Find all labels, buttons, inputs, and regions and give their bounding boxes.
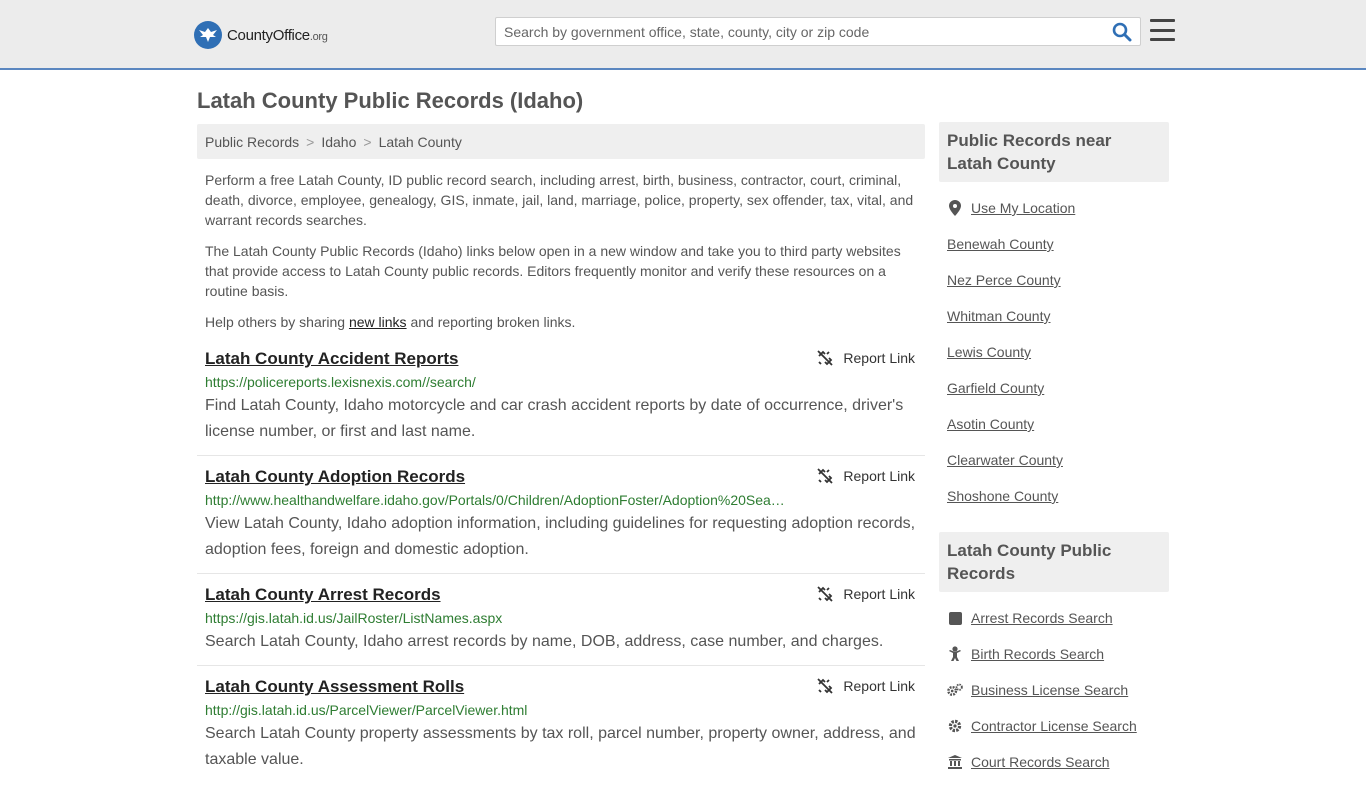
records-list: Latah County Accident Reports Report Lin…: [197, 348, 925, 783]
baby-icon: [947, 646, 963, 662]
report-link-button[interactable]: Report Link: [817, 468, 915, 484]
breadcrumb: Public Records > Idaho > Latah County: [197, 124, 925, 159]
logo-suffix: .org: [309, 30, 328, 43]
nearby-county-item: Nez Perce County: [947, 262, 1169, 298]
nearby-county-link[interactable]: Whitman County: [947, 308, 1050, 324]
nearby-county-item: Shoshone County: [947, 478, 1169, 514]
report-link-label: Report Link: [843, 586, 915, 602]
square-icon: [947, 610, 963, 626]
record-description: Search Latah County, Idaho arrest record…: [205, 633, 884, 650]
report-link-button[interactable]: Report Link: [817, 350, 915, 366]
top-header: CountyOffice.org: [0, 0, 1366, 70]
record-url: https://gis.latah.id.us/JailRoster/ListN…: [205, 610, 503, 626]
record-title-link[interactable]: Latah County Assessment Rolls: [205, 676, 464, 698]
arrest-records-link[interactable]: Arrest Records Search: [971, 610, 1113, 626]
menu-bar: [1150, 38, 1175, 41]
nearby-county-link[interactable]: Asotin County: [947, 416, 1034, 432]
birth-records-item: Birth Records Search: [947, 636, 1169, 672]
record-description: Search Latah County property assessments…: [205, 725, 916, 768]
breadcrumb-latah-county[interactable]: Latah County: [379, 134, 462, 150]
broken-link-icon: [817, 586, 834, 602]
nearby-county-link[interactable]: Benewah County: [947, 236, 1054, 252]
birth-records-link[interactable]: Birth Records Search: [971, 646, 1104, 662]
nearby-county-item: Garfield County: [947, 370, 1169, 406]
search-input[interactable]: [496, 18, 1101, 45]
nearby-county-item: Asotin County: [947, 406, 1169, 442]
nearby-county-link[interactable]: Nez Perce County: [947, 272, 1061, 288]
record-item: Latah County Arrest Records Report Link …: [197, 584, 925, 666]
court-records-item: Court Records Search: [947, 744, 1169, 780]
record-url: http://www.healthandwelfare.idaho.gov/Po…: [205, 492, 785, 508]
breadcrumb-separator: >: [306, 133, 315, 150]
site-logo[interactable]: CountyOffice.org: [194, 20, 328, 50]
use-location-item: Use My Location: [947, 190, 1169, 226]
search-bar: [495, 17, 1141, 46]
logo-main: CountyOffice: [227, 26, 310, 44]
intro-text: Perform a free Latah County, ID public r…: [197, 170, 925, 332]
intro-paragraph-1: Perform a free Latah County, ID public r…: [205, 172, 914, 228]
map-marker-icon: [947, 200, 963, 216]
gear-icon: [947, 718, 963, 734]
contractor-license-link[interactable]: Contractor License Search: [971, 718, 1137, 734]
intro-paragraph-3: Help others by sharing new links and rep…: [205, 312, 917, 332]
intro-p3-before: Help others by sharing: [205, 314, 349, 330]
breadcrumb-idaho[interactable]: Idaho: [321, 134, 356, 150]
nearby-county-item: Benewah County: [947, 226, 1169, 262]
record-url: http://gis.latah.id.us/ParcelViewer/Parc…: [205, 702, 528, 718]
eagle-logo-icon: [194, 21, 222, 49]
broken-link-icon: [817, 678, 834, 694]
record-description: Find Latah County, Idaho motorcycle and …: [205, 397, 904, 440]
nearby-heading: Public Records near Latah County: [939, 122, 1169, 182]
nearby-county-link[interactable]: Garfield County: [947, 380, 1044, 396]
intro-p3-after: and reporting broken links.: [406, 314, 576, 330]
hamburger-menu-icon[interactable]: [1150, 19, 1175, 41]
logo-text: CountyOffice.org: [227, 27, 328, 44]
intro-paragraph-2: The Latah County Public Records (Idaho) …: [205, 243, 901, 299]
business-license-link[interactable]: Business License Search: [971, 682, 1128, 698]
record-item: Latah County Adoption Records Report Lin…: [197, 466, 925, 574]
page-title: Latah County Public Records (Idaho): [197, 88, 584, 113]
nearby-county-item: Lewis County: [947, 334, 1169, 370]
record-title-link[interactable]: Latah County Accident Reports: [205, 348, 458, 370]
report-link-button[interactable]: Report Link: [817, 678, 915, 694]
nearby-county-link[interactable]: Clearwater County: [947, 452, 1063, 468]
arrest-records-item: Arrest Records Search: [947, 600, 1169, 636]
record-title-link[interactable]: Latah County Adoption Records: [205, 466, 465, 488]
nearby-county-item: Clearwater County: [947, 442, 1169, 478]
main-content: Public Records > Idaho > Latah County Pe…: [197, 124, 925, 793]
broken-link-icon: [817, 350, 834, 366]
record-item: Latah County Assessment Rolls Report Lin…: [197, 676, 925, 783]
business-license-item: Business License Search: [947, 672, 1169, 708]
county-records-box: Latah County Public Records Arrest Recor…: [939, 532, 1169, 790]
county-records-list: Arrest Records Search Birth Records Sear…: [939, 592, 1169, 790]
nearby-county-link[interactable]: Lewis County: [947, 344, 1031, 360]
record-title-link[interactable]: Latah County Arrest Records: [205, 584, 441, 606]
gears-icon: [947, 682, 963, 698]
record-item: Latah County Accident Reports Report Lin…: [197, 348, 925, 456]
nearby-county-item: Whitman County: [947, 298, 1169, 334]
contractor-license-item: Contractor License Search: [947, 708, 1169, 744]
record-url: https://policereports.lexisnexis.com//se…: [205, 374, 476, 390]
county-records-heading: Latah County Public Records: [939, 532, 1169, 592]
record-description: View Latah County, Idaho adoption inform…: [205, 515, 916, 558]
use-my-location-link[interactable]: Use My Location: [971, 200, 1075, 216]
nearby-list: Use My Location Benewah County Nez Perce…: [939, 182, 1169, 524]
breadcrumb-separator: >: [363, 133, 372, 150]
report-link-label: Report Link: [843, 678, 915, 694]
report-link-label: Report Link: [843, 468, 915, 484]
report-link-label: Report Link: [843, 350, 915, 366]
menu-bar: [1150, 28, 1175, 32]
breadcrumb-public-records[interactable]: Public Records: [205, 134, 299, 150]
menu-bar: [1150, 19, 1175, 22]
broken-link-icon: [817, 468, 834, 484]
nearby-records-box: Public Records near Latah County Use My …: [939, 122, 1169, 524]
search-icon[interactable]: [1112, 22, 1134, 44]
new-links-link[interactable]: new links: [349, 314, 407, 330]
report-link-button[interactable]: Report Link: [817, 586, 915, 602]
sidebar: Public Records near Latah County Use My …: [939, 122, 1169, 790]
nearby-county-link[interactable]: Shoshone County: [947, 488, 1058, 504]
